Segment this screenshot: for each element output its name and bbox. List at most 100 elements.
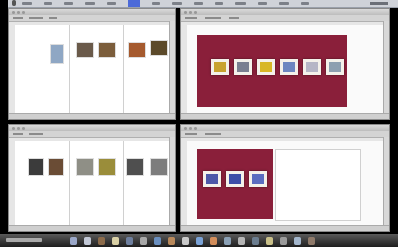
dock-app-icon[interactable]	[154, 237, 161, 245]
toolbar-item[interactable]	[185, 17, 197, 19]
photo-image	[306, 62, 318, 72]
document-page	[125, 141, 172, 225]
dock-app-icon[interactable]	[84, 237, 91, 245]
photo-thumbnail[interactable]	[77, 159, 93, 175]
dock-app-icon[interactable]	[238, 237, 245, 245]
horizontal-scrollbar[interactable]	[181, 113, 389, 119]
dock-app-icon[interactable]	[126, 237, 133, 245]
page-spread[interactable]	[197, 35, 347, 107]
dock-app-icon[interactable]	[252, 237, 259, 245]
photo-image	[283, 62, 295, 72]
menu-item[interactable]	[258, 2, 267, 5]
framed-photo[interactable]	[203, 171, 221, 187]
toolbar-item[interactable]	[49, 17, 57, 19]
photo-thumbnail[interactable]	[77, 43, 93, 57]
photo-thumbnail[interactable]	[129, 43, 145, 57]
dock-app-icon[interactable]	[98, 237, 105, 245]
toolbar-item[interactable]	[13, 133, 23, 135]
toolbar-item[interactable]	[205, 17, 221, 19]
toolbar-item[interactable]	[185, 133, 197, 135]
photo-thumbnail[interactable]	[29, 159, 43, 175]
framed-photo[interactable]	[249, 171, 267, 187]
horizontal-scrollbar[interactable]	[9, 113, 175, 119]
menu-item[interactable]	[64, 2, 73, 5]
photo-thumbnail[interactable]	[151, 159, 167, 175]
close-button[interactable]	[12, 11, 15, 14]
page-canvas	[187, 25, 383, 113]
photo-image	[206, 174, 218, 184]
dock-indicator	[6, 238, 42, 242]
close-button[interactable]	[12, 127, 15, 130]
vertical-scrollbar[interactable]	[169, 137, 175, 226]
photo-thumbnail[interactable]	[151, 41, 167, 55]
toolbar-item[interactable]	[29, 133, 43, 135]
page-spread[interactable]	[197, 149, 273, 219]
zoom-button[interactable]	[22, 11, 25, 14]
photo-thumbnail[interactable]	[127, 159, 143, 175]
minimize-button[interactable]	[17, 11, 20, 14]
close-button[interactable]	[184, 11, 187, 14]
dock-app-icon[interactable]	[70, 237, 77, 245]
dock-app-icon[interactable]	[224, 237, 231, 245]
zoom-button[interactable]	[22, 127, 25, 130]
apple-menu-icon[interactable]	[12, 0, 16, 6]
menu-item[interactable]	[194, 2, 203, 5]
horizontal-scrollbar[interactable]	[181, 225, 389, 231]
minimize-button[interactable]	[189, 127, 192, 130]
framed-photo[interactable]	[234, 59, 252, 75]
framed-photo[interactable]	[280, 59, 298, 75]
menu-item[interactable]	[44, 2, 52, 5]
framed-photo[interactable]	[211, 59, 229, 75]
framed-photo[interactable]	[226, 171, 244, 187]
photo-thumbnail[interactable]	[49, 159, 63, 175]
menu-item[interactable]	[172, 2, 182, 5]
window-toolbar	[181, 131, 389, 138]
dock-app-icon[interactable]	[196, 237, 203, 245]
document-page	[23, 25, 70, 113]
dock-app-icon[interactable]	[112, 237, 119, 245]
dock-app-icon[interactable]	[140, 237, 147, 245]
minimize-button[interactable]	[17, 127, 20, 130]
photo-thumbnail[interactable]	[99, 43, 115, 57]
toolbar-item[interactable]	[205, 133, 221, 135]
minimize-button[interactable]	[189, 11, 192, 14]
photo-image	[329, 62, 341, 72]
menu-item[interactable]	[279, 2, 289, 5]
framed-photo[interactable]	[257, 59, 275, 75]
vertical-scrollbar[interactable]	[169, 21, 175, 114]
dock-app-icon[interactable]	[168, 237, 175, 245]
menu-item[interactable]	[128, 0, 140, 7]
zoom-button[interactable]	[194, 11, 197, 14]
photo-thumbnail[interactable]	[99, 159, 115, 175]
framed-photo[interactable]	[303, 59, 321, 75]
photo-image	[229, 174, 241, 184]
photo-thumbnail[interactable]	[51, 45, 63, 63]
menu-item[interactable]	[301, 2, 309, 5]
dock-app-icon[interactable]	[182, 237, 189, 245]
menu-item[interactable]	[215, 2, 223, 5]
close-button[interactable]	[184, 127, 187, 130]
window-toolbar	[9, 131, 175, 138]
zoom-button[interactable]	[194, 127, 197, 130]
dock-app-icon[interactable]	[210, 237, 217, 245]
vertical-scrollbar[interactable]	[383, 137, 389, 226]
document-page	[71, 25, 124, 113]
photo-image	[260, 62, 272, 72]
dock-app-icon[interactable]	[294, 237, 301, 245]
toolbar-item[interactable]	[229, 17, 239, 19]
menu-item[interactable]	[152, 2, 160, 5]
framed-photo[interactable]	[326, 59, 344, 75]
toolbar-item[interactable]	[29, 17, 43, 19]
menu-item[interactable]	[235, 2, 246, 5]
menu-item[interactable]	[107, 2, 116, 5]
dock-app-icon[interactable]	[266, 237, 273, 245]
dock-app-icon[interactable]	[280, 237, 287, 245]
horizontal-scrollbar[interactable]	[9, 225, 175, 231]
toolbar-item[interactable]	[13, 17, 23, 19]
menu-bar-clock[interactable]	[370, 2, 388, 5]
menu-item[interactable]	[85, 2, 95, 5]
document-page	[23, 141, 70, 225]
dock-app-icon[interactable]	[308, 237, 315, 245]
vertical-scrollbar[interactable]	[383, 21, 389, 114]
menu-item[interactable]	[22, 2, 32, 5]
